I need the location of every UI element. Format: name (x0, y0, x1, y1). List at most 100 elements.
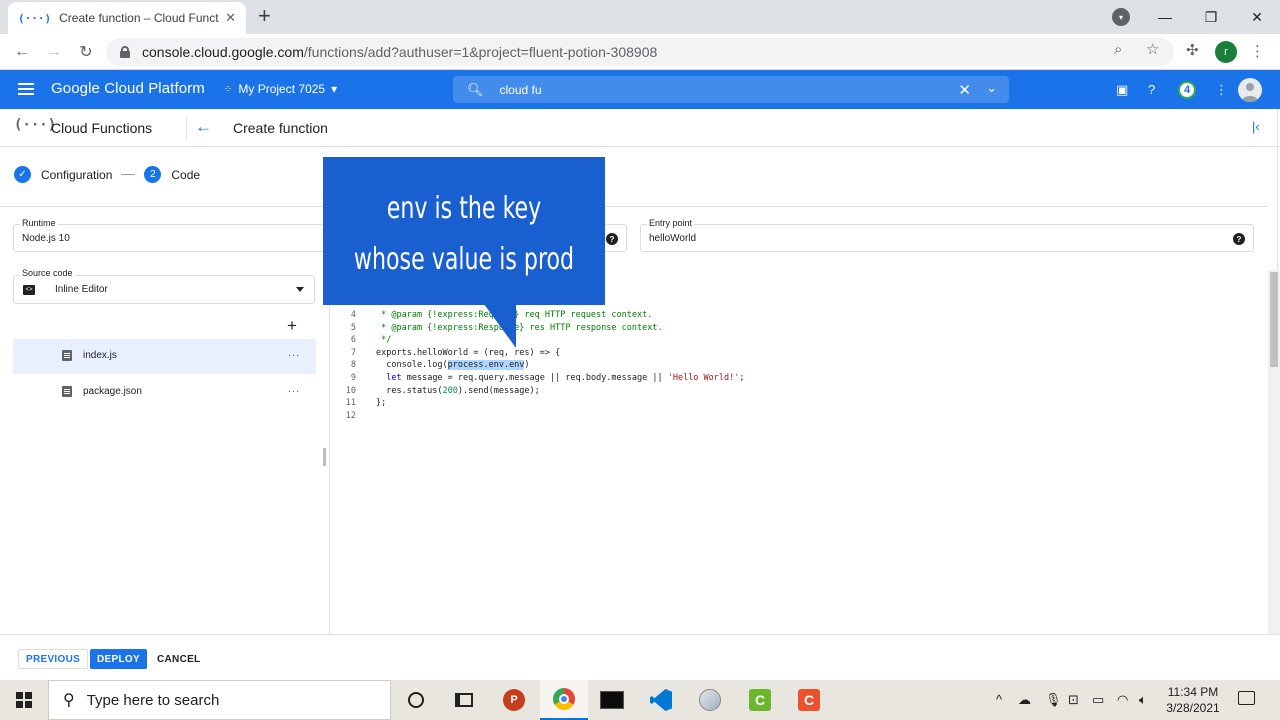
back-arrow-icon[interactable]: ← (195, 117, 212, 137)
clear-search-icon[interactable]: ✕ (958, 81, 971, 99)
code-line: 11}; (345, 398, 387, 409)
resize-handle[interactable] (323, 448, 326, 466)
url-path: /functions/add?authuser=1&project=fluent… (303, 44, 658, 60)
address-bar[interactable]: console.cloud.google.com/functions/add?a… (106, 38, 1174, 66)
close-window-icon[interactable]: ✕ (1234, 0, 1280, 34)
deploy-button[interactable]: DEPLOY (90, 649, 147, 669)
add-file-icon[interactable]: + (287, 316, 297, 336)
forward-icon[interactable]: → (42, 40, 66, 64)
browser-tab-strip: (···) Create function – Cloud Function ✕… (0, 0, 1280, 34)
wifi-icon[interactable]: ◠ (1117, 692, 1128, 708)
entry-point-label: Entry point (647, 218, 695, 228)
powerpoint-icon[interactable]: P (490, 680, 538, 720)
minimize-icon[interactable]: — (1142, 0, 1188, 34)
help-icon[interactable]: ? (1148, 82, 1155, 97)
more-options-icon[interactable]: ⋮ (1215, 82, 1228, 98)
browser-tab[interactable]: (···) Create function – Cloud Function ✕ (8, 2, 246, 34)
new-tab-icon[interactable]: + (258, 5, 271, 27)
entry-point-field[interactable]: Entry point helloWorld ? (640, 218, 1254, 252)
page-scrollbar[interactable] (1268, 270, 1280, 634)
scrollbar-thumb[interactable] (1270, 272, 1278, 367)
step-code[interactable]: Code (171, 168, 200, 182)
terminal-icon[interactable] (588, 680, 636, 720)
search-value: cloud fu (499, 82, 542, 97)
editor-divider (329, 300, 330, 634)
reload-icon[interactable]: ↻ (74, 40, 98, 64)
chrome-icon[interactable] (540, 680, 588, 720)
clock-time: 11:34 PM (1167, 685, 1219, 699)
camtasia-editor-icon[interactable]: C (785, 680, 833, 720)
file-item-index-js[interactable]: index.js ... (13, 339, 316, 374)
volume-icon[interactable]: 🔈︎ (1139, 692, 1147, 708)
onedrive-cloud-icon[interactable]: ☁ (1018, 692, 1031, 708)
code-editor[interactable]: 4 * @param {!express:Request} req HTTP r… (332, 309, 745, 422)
vscode-icon[interactable] (637, 680, 685, 720)
zoom-search-icon[interactable]: ⌕ (1114, 41, 1122, 58)
code-line: 5 * @param {!express:Response} res HTTP … (350, 322, 663, 333)
file-more-icon[interactable]: ... (288, 347, 300, 359)
paint-icon[interactable] (686, 680, 734, 720)
notifications-badge[interactable]: 4 (1178, 81, 1196, 99)
taskbar-clock[interactable]: 11:34 PM 3/28/2021 (1158, 684, 1228, 716)
search-input[interactable]: 🔍︎ cloud fu ✕ ⌄ (453, 76, 1009, 103)
source-code-value: Inline Editor (55, 284, 108, 295)
profile-avatar[interactable]: r (1215, 41, 1237, 63)
source-code-select[interactable]: Source code <> Inline Editor (13, 268, 315, 304)
runtime-value: Node.js 10 (22, 233, 70, 244)
back-icon[interactable]: ← (10, 40, 34, 64)
file-item-package-json[interactable]: package.json ... (13, 375, 316, 410)
entry-point-value: helloWorld (649, 233, 697, 244)
collapse-panel-icon[interactable]: |‹ (1252, 119, 1260, 134)
product-title: Cloud Functions (51, 120, 153, 136)
task-view-icon[interactable] (440, 680, 488, 720)
file-more-icon[interactable]: ... (288, 383, 300, 395)
page-title: Create function (233, 120, 328, 136)
project-name: My Project 7025 (238, 82, 326, 96)
battery-icon[interactable]: ▭ (1092, 692, 1104, 708)
extensions-puzzle-icon[interactable]: ✣ (1186, 41, 1199, 59)
entry-point-help-icon[interactable]: ? (1233, 233, 1245, 245)
close-tab-icon[interactable]: ✕ (225, 10, 236, 26)
file-name: package.json (83, 386, 142, 397)
code-line: 4 * @param {!express:Request} req HTTP r… (350, 310, 653, 320)
microphone-icon[interactable]: 🎙︎ (1045, 692, 1062, 708)
divider (186, 117, 187, 139)
callout-pointer (484, 304, 516, 348)
step-number: 2 (144, 166, 162, 183)
cloud-shell-icon[interactable]: ▣ (1116, 82, 1128, 98)
action-center-icon[interactable] (1238, 691, 1255, 705)
camtasia-recorder-icon[interactable]: C (736, 680, 784, 720)
gcp-header: Google Cloud Platform ⁘ My Project 7025 … (0, 70, 1280, 109)
cancel-button[interactable]: CANCEL (150, 649, 207, 669)
hamburger-menu-icon[interactable] (18, 83, 34, 95)
callout-line-1: env is the key (386, 191, 542, 226)
annotation-callout: env is the key whose value is prod (323, 157, 605, 305)
code-line: 8 console.log(process.env.env) (350, 360, 530, 371)
callout-line-2: whose value is prod (353, 242, 575, 277)
search-expand-chevron-icon[interactable]: ⌄ (986, 80, 997, 96)
cortana-icon[interactable] (392, 680, 440, 720)
source-code-label: Source code (20, 268, 75, 278)
runtime-help-icon[interactable]: ? (606, 233, 618, 245)
cloud-functions-favicon-icon: (···) (18, 11, 52, 25)
windows-taskbar: ⚲ Type here to search P C C ^ ☁ 🎙︎ ⊡ ▭ ◠… (0, 680, 1280, 720)
step-configuration[interactable]: Configuration (41, 168, 112, 182)
chrome-menu-icon[interactable]: ⋮ (1250, 42, 1265, 60)
project-selector[interactable]: ⁘ My Project 7025 ▾ (224, 82, 337, 96)
code-line: 12 (345, 410, 356, 421)
windows-start-icon[interactable] (16, 692, 32, 708)
section-divider (0, 206, 1268, 207)
taskbar-search-input[interactable]: ⚲ Type here to search (48, 680, 391, 720)
show-hidden-icons-chevron-icon[interactable]: ^ (996, 692, 1002, 707)
gcp-brand[interactable]: Google Cloud Platform (51, 80, 205, 97)
project-nodes-icon: ⁘ (224, 83, 233, 95)
bookmark-star-icon[interactable]: ☆ (1146, 40, 1159, 58)
file-name: index.js (83, 350, 117, 361)
user-avatar[interactable] (1238, 78, 1262, 102)
restore-icon[interactable]: ❐ (1188, 0, 1234, 34)
tab-search-icon[interactable]: ▾ (1112, 8, 1130, 26)
previous-button[interactable]: PREVIOUS (18, 649, 89, 669)
recording-icon[interactable]: ⊡ (1068, 692, 1079, 708)
action-bar: PREVIOUS DEPLOY CANCEL (0, 634, 1280, 680)
code-line: 6 */ (350, 335, 392, 346)
